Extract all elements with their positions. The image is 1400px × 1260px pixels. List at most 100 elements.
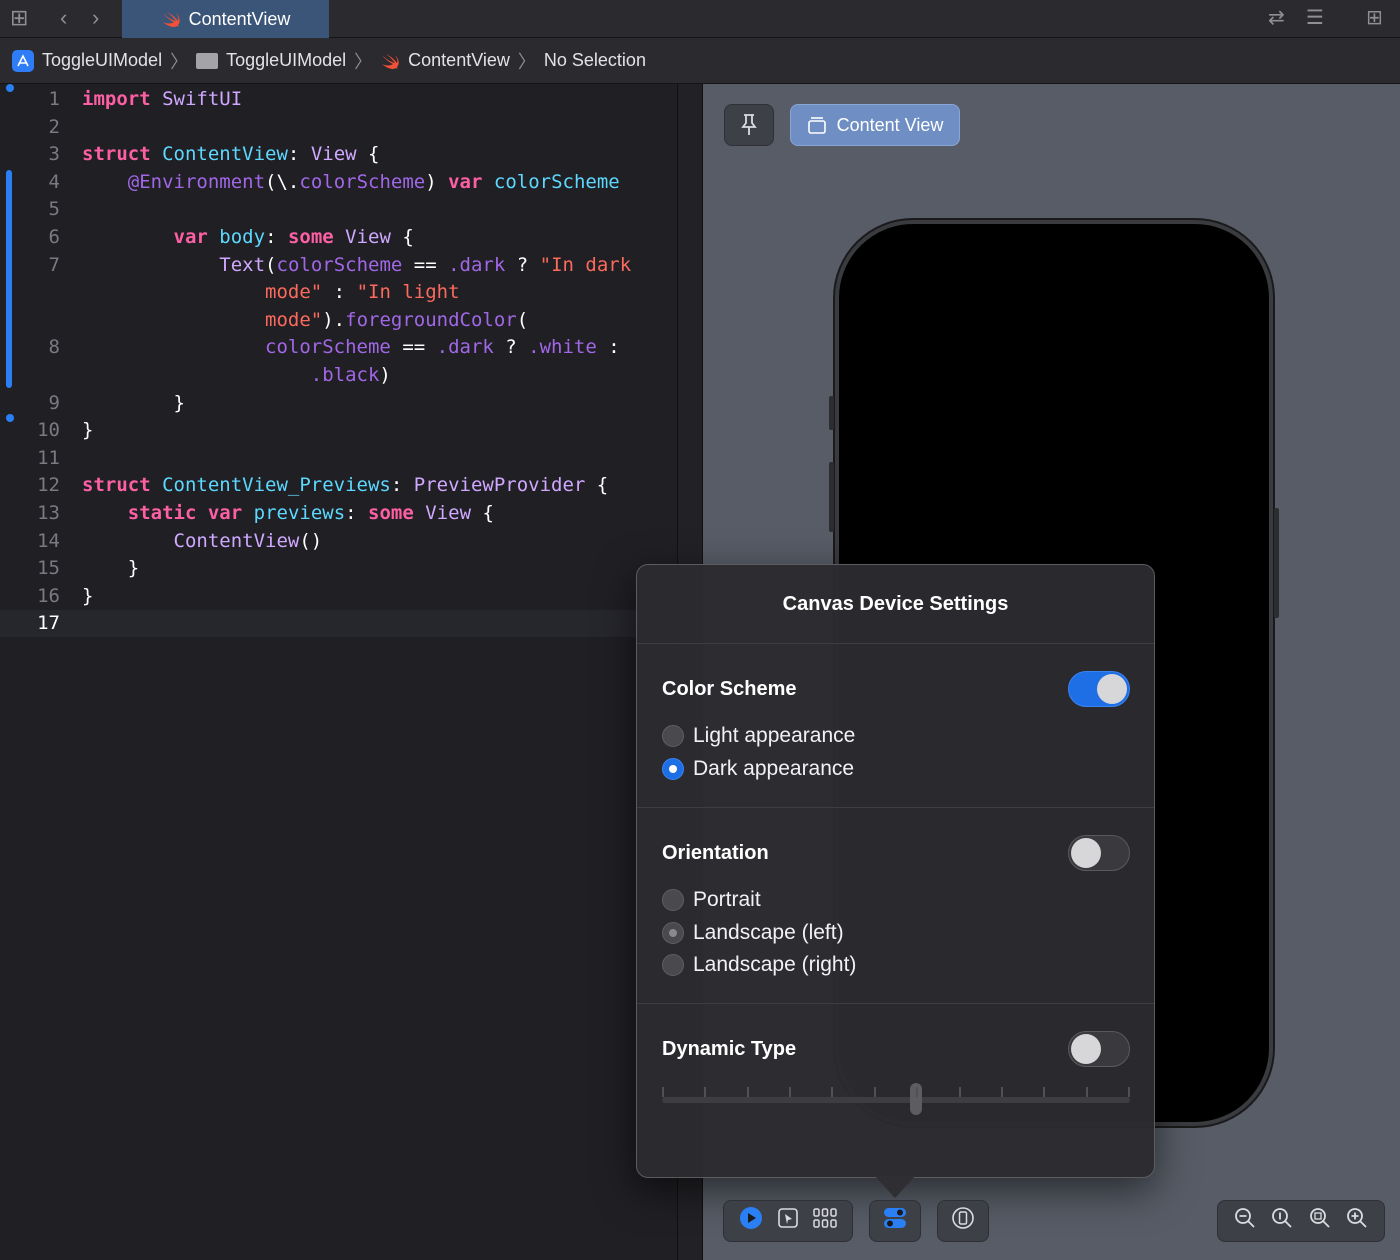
grid-layout-icon[interactable]: ⊞ [10,5,28,31]
slider-tick [916,1087,919,1097]
code-line[interactable]: 17 [0,610,677,638]
device-picker-button[interactable] [937,1200,989,1242]
live-preview-play-icon[interactable] [736,1206,766,1236]
slider-tick [1043,1087,1046,1097]
code-token: } [82,391,185,414]
code-line[interactable]: 12 struct ContentView_Previews: PreviewPr… [0,472,677,499]
code-line[interactable]: 9 } [0,390,677,417]
code-text: mode").foregroundColor( [82,307,528,334]
code-line[interactable]: .black) [0,362,677,389]
code-line[interactable]: 13 static var previews: some View { [0,500,677,527]
slider-tick [1085,1087,1088,1097]
code-line[interactable]: 8 colorScheme == .dark ? .white : [0,334,677,361]
code-text: import SwiftUI [82,86,242,113]
breadcrumb-separator-icon: 〉 [517,51,536,72]
dynamic-type-slider[interactable] [662,1097,1130,1103]
code-line[interactable]: 7 Text(colorScheme == .dark ? "In dark [0,252,677,279]
content-view-preview-button[interactable]: Content View [790,104,960,146]
code-text: var body: some View { [82,224,414,251]
selectable-mode-icon[interactable] [773,1207,803,1235]
code-token: } [82,557,140,580]
swift-icon [162,12,180,27]
folder-icon [196,52,219,69]
code-line[interactable]: mode").foregroundColor( [0,307,677,334]
code-line[interactable]: 3 struct ContentView: View { [0,141,677,168]
code-text: mode" : "In light [82,279,459,306]
code-line[interactable]: 4 @Environment(\.colorScheme) var colorS… [0,169,677,196]
tab-contentview[interactable]: ContentView [122,0,329,38]
orientation-toggle[interactable] [1068,835,1130,871]
variants-grid-icon[interactable] [810,1208,840,1234]
pin-preview-button[interactable] [724,104,774,146]
code-token: var [173,226,208,248]
landscape-right-option[interactable]: Landscape (right) [662,953,856,977]
toggle-knob [1071,1034,1101,1064]
code-text: ContentView() [82,528,323,555]
device-settings-button[interactable] [869,1200,921,1242]
add-editor-icon[interactable]: ⊞ [1366,5,1383,31]
zoom-to-fit-icon[interactable] [1305,1207,1335,1235]
radio-button[interactable] [662,954,684,976]
code-line[interactable]: 11 [0,445,677,472]
code-token: SwiftUI [150,88,243,110]
dynamic-type-toggle[interactable] [1068,1031,1130,1067]
code-token: ) [425,170,449,193]
swift-icon [382,53,399,69]
forward-chevron-icon[interactable]: › [92,5,99,31]
code-line[interactable]: 5 [0,196,677,223]
line-number: 10 [37,419,60,442]
portrait-label: Portrait [693,888,761,911]
portrait-option[interactable]: Portrait [662,888,761,912]
code-text: } [82,417,93,444]
line-number: 6 [48,226,60,248]
color-scheme-toggle[interactable] [1068,671,1130,707]
code-line[interactable]: 2 [0,114,677,141]
toggle-knob [1071,838,1101,868]
swap-arrows-icon[interactable]: ⇄ [1268,5,1285,31]
radio-button[interactable] [662,889,684,911]
back-chevron-icon[interactable]: ‹ [60,5,67,31]
line-number: 7 [48,253,60,276]
code-token: : [596,336,620,359]
code-line[interactable]: 6 var body: some View { [0,224,677,251]
slider-tick [746,1087,749,1097]
breadcrumb-selection-label: No Selection [543,50,646,70]
radio-button[interactable] [662,725,684,747]
light-appearance-option[interactable]: Light appearance [662,724,855,748]
code-token: mode" [265,281,323,304]
code-line[interactable]: 16} [0,583,677,610]
zoom-in-icon[interactable] [1342,1207,1372,1235]
radio-button-selected[interactable] [662,758,684,780]
code-token: .black [310,364,380,386]
code-token: ( [265,253,277,276]
line-number: 15 [37,557,60,580]
code-token: == [390,336,437,359]
breadcrumb-selection[interactable]: No Selection [544,50,646,71]
code-line[interactable]: 10} [0,417,677,444]
breadcrumb-project-label: ToggleUIModel [42,50,163,70]
landscape-left-option[interactable]: Landscape (left) [662,921,844,945]
radio-button-selected[interactable] [662,922,684,944]
code-token: { [390,226,414,248]
code-token: View [310,143,357,166]
slider-tick [873,1087,876,1097]
code-line[interactable]: 14 ContentView() [0,528,677,555]
zoom-out-icon[interactable] [1230,1207,1260,1235]
dark-appearance-option[interactable]: Dark appearance [662,757,854,781]
code-token: : [390,474,414,497]
breadcrumb-project[interactable]: ToggleUIModel [12,49,163,72]
breadcrumb-folder[interactable]: ToggleUIModel [196,50,346,71]
code-token: struct [82,143,151,166]
tab-bar: ⊞ ‹ › ContentView ⇄ ☰ ⊞ [0,0,1400,38]
line-number: 17 [37,612,60,635]
zoom-actual-size-icon[interactable] [1267,1207,1297,1235]
code-line[interactable]: 15 } [0,555,677,582]
code-line[interactable]: mode" : "In light [0,279,677,306]
code-line[interactable]: 1 import SwiftUI [0,86,677,113]
breadcrumb-file[interactable]: ContentView [380,50,510,71]
inspector-layout-icon[interactable]: ☰ [1306,5,1324,31]
code-editor[interactable]: 1 import SwiftUI 2 3 struct ContentView: Vie… [0,84,677,1260]
